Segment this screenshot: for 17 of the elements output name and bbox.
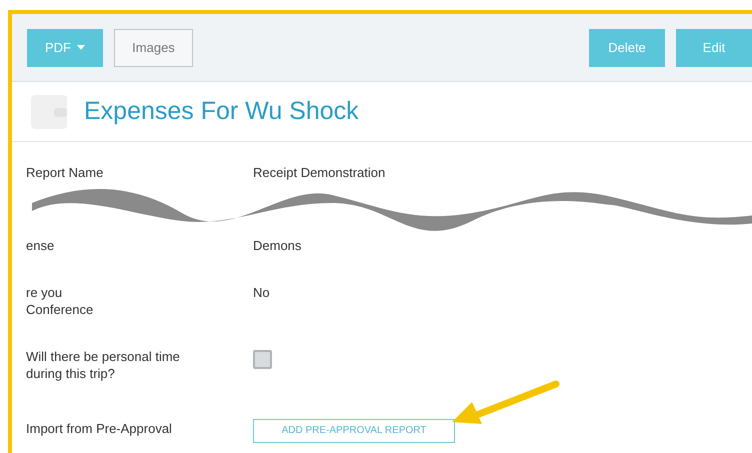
checkbox[interactable]	[253, 350, 272, 369]
toolbar-button[interactable]: Delete	[589, 28, 665, 66]
field-label: ense	[26, 237, 56, 254]
images-button[interactable]: Images	[114, 28, 193, 66]
field-label: Import from Pre-Approval	[26, 420, 173, 437]
add-report-button[interactable]: ADD PRE-APPROVAL REPORT	[253, 418, 455, 442]
field-label: Will there be personal time during this trip?	[26, 348, 181, 382]
field-value: Demons	[253, 237, 302, 254]
field-value: Receipt Demonstration	[253, 164, 386, 181]
field-value: No	[253, 284, 271, 301]
wallet-icon	[30, 92, 68, 130]
field-label: re you Conference	[26, 284, 94, 318]
pdf-dropdown-button[interactable]: PDF	[27, 28, 103, 66]
caret-icon	[77, 45, 85, 50]
field-label: Report Name	[26, 164, 104, 181]
page-title: Expenses For Wu Shock	[84, 97, 359, 126]
toolbar-button[interactable]: Edit	[676, 28, 752, 66]
